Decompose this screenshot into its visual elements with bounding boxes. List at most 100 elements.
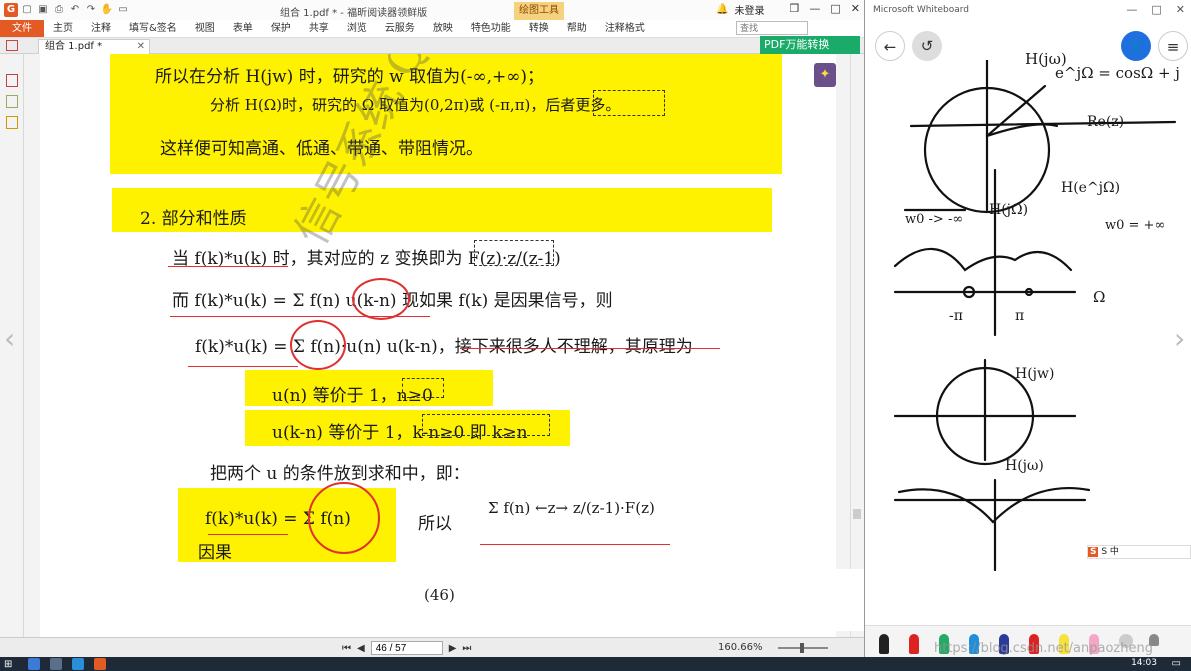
search-input[interactable] [736,21,808,35]
handwritten-line: 所以 [418,514,452,534]
maximize-icon[interactable]: □ [1151,3,1161,16]
first-page-icon[interactable]: ⏮ [342,643,351,654]
document-tab[interactable]: 组合 1.pdf * ✕ [38,39,150,54]
prev-page-icon[interactable]: ◀ [357,643,365,654]
edge-icon[interactable] [72,658,84,670]
select-tool-icon[interactable]: ▭ [116,3,130,17]
page-number-input[interactable] [370,641,443,655]
login-link[interactable]: 未登录 [734,2,764,17]
tab-comment[interactable]: 注释 [82,20,120,37]
next-page-icon[interactable]: ▶ [449,643,457,654]
back-button[interactable]: ← [875,31,905,61]
foxit-app-icon[interactable] [94,658,106,670]
ink-to-shape-button[interactable]: ↺ [912,31,942,61]
section-heading: 2. 部分和性质 [140,209,247,229]
ime-logo-icon: S [1088,547,1099,557]
close-icon[interactable]: ✕ [1176,3,1185,16]
restore-icon[interactable]: ❐ [790,2,800,15]
red-underline [168,266,288,267]
ribbon-tabs: 文件 主页 注释 填写&签名 视图 表单 保护 共享 浏览 云服务 放映 特色功… [0,20,864,38]
zoom-level[interactable]: 160.66% [718,642,763,653]
red-pen-icon[interactable] [909,634,919,654]
tab-browse[interactable]: 浏览 [338,20,376,37]
drawing-tools-context-tab[interactable]: 绘图工具 [514,2,564,20]
undo-icon[interactable]: ↶ [68,3,82,17]
tab-view[interactable]: 视图 [186,20,224,37]
pdf-page: 所以在分析 H(jw) 时，研究的 w 取值为(-∞,+∞)； 分析 H(Ω)时… [40,54,836,637]
minimize-icon[interactable]: — [1126,3,1137,16]
previous-page-arrow-icon[interactable]: ‹ [4,322,15,355]
zoom-slider[interactable] [778,643,828,653]
account-button[interactable]: 👤 [1121,31,1151,61]
annotation-box [474,240,554,266]
handwritten-line: Σ f(n) ←z→ z/(z-1)·F(z) [488,499,655,517]
open-icon[interactable]: ▢ [20,3,34,17]
hand-tool-icon[interactable]: ✋ [100,3,114,17]
tab-file[interactable]: 文件 [0,20,44,37]
notification-icon[interactable]: ▭ [1172,658,1181,669]
window-controls: ❐ — □ ✕ [790,2,861,15]
redo-icon[interactable]: ↷ [84,3,98,17]
comments-icon[interactable] [5,116,18,129]
sketch-label: Re(z) [1087,114,1125,130]
tab-slideshow[interactable]: 放映 [424,20,462,37]
red-underline [208,534,288,535]
tab-share[interactable]: 共享 [300,20,338,37]
tab-convert[interactable]: 转换 [520,20,558,37]
sketch-label: H(jΩ) [989,202,1029,218]
last-page-icon[interactable]: ⏭ [462,643,471,654]
red-underline [188,366,298,367]
tab-home[interactable]: 主页 [44,20,82,37]
maximize-icon[interactable]: □ [830,2,840,15]
handwritten-line: 把两个 u 的条件放到求和中，即： [210,464,470,484]
tab-cloud[interactable]: 云服务 [376,20,424,37]
tab-features[interactable]: 特色功能 [462,20,520,37]
close-icon[interactable]: ✕ [851,2,860,15]
bookmark-icon[interactable] [5,74,18,87]
menu-button[interactable]: ≡ [1158,31,1188,61]
pdf-file-icon [6,40,18,51]
search-icon[interactable] [28,658,40,670]
save-icon[interactable]: ▣ [36,3,50,17]
close-tab-icon[interactable]: ✕ [137,40,145,53]
start-icon[interactable]: ⊞ [4,659,12,670]
red-circle-annotation [352,278,410,320]
sketch-label: Ω [1093,288,1106,306]
sketch-label: H(jw) [1015,366,1055,382]
tab-help[interactable]: 帮助 [558,20,596,37]
handwritten-line: f(k)*u(k) = Σ f(n)·u(n) u(k-n)，接下来很多人不理解… [195,337,693,357]
next-page-arrow-icon[interactable]: › [1174,322,1185,355]
annotation-box [593,90,665,116]
tab-form[interactable]: 表单 [224,20,262,37]
task-view-icon[interactable] [50,658,62,670]
vertical-scrollbar[interactable] [850,54,862,637]
sketch-label: e^jΩ = cosΩ + j [1055,64,1180,82]
bell-icon[interactable]: 🔔 [716,4,728,15]
red-underline [460,348,720,349]
tab-protect[interactable]: 保护 [262,20,300,37]
sketch-label: π [1015,308,1025,324]
document-tab-bar: 组合 1.pdf * ✕ [0,38,864,54]
sketch-label: H(e^jΩ) [1061,180,1121,196]
title-bar: G ▢ ▣ ⎙ ↶ ↷ ✋ ▭ 组合 1.pdf * - 福昕阅读器领鲜版 绘图… [0,0,864,20]
tab-comment-format[interactable]: 注释格式 [596,20,654,37]
black-pen-icon[interactable] [879,634,889,654]
quick-access-toolbar: G ▢ ▣ ⎙ ↶ ↷ ✋ ▭ [4,3,130,17]
lightbulb-tip-icon[interactable]: ✦ [814,63,836,87]
taskbar-apps [28,658,106,670]
whiteboard-title: Microsoft Whiteboard [873,5,969,15]
print-icon[interactable]: ⎙ [52,3,66,17]
sketch-label: w0 -> -∞ [905,212,964,227]
clock: 14:03 [1131,658,1157,668]
pdf-convert-button[interactable]: PDF万能转换 [760,36,860,54]
input-method-toolbar[interactable]: S S 中 [1087,545,1191,559]
pages-icon[interactable] [5,95,18,108]
red-circle-annotation [308,482,380,554]
account-area: 🔔 未登录 [716,2,764,17]
foxit-logo-icon[interactable]: G [4,3,18,17]
sketch-label: w0 = +∞ [1105,218,1166,233]
sketch-label: H(jω) [1005,458,1044,474]
scrollbar-thumb[interactable] [853,509,861,519]
tab-fill-sign[interactable]: 填写&签名 [120,20,186,37]
minimize-icon[interactable]: — [809,2,820,15]
